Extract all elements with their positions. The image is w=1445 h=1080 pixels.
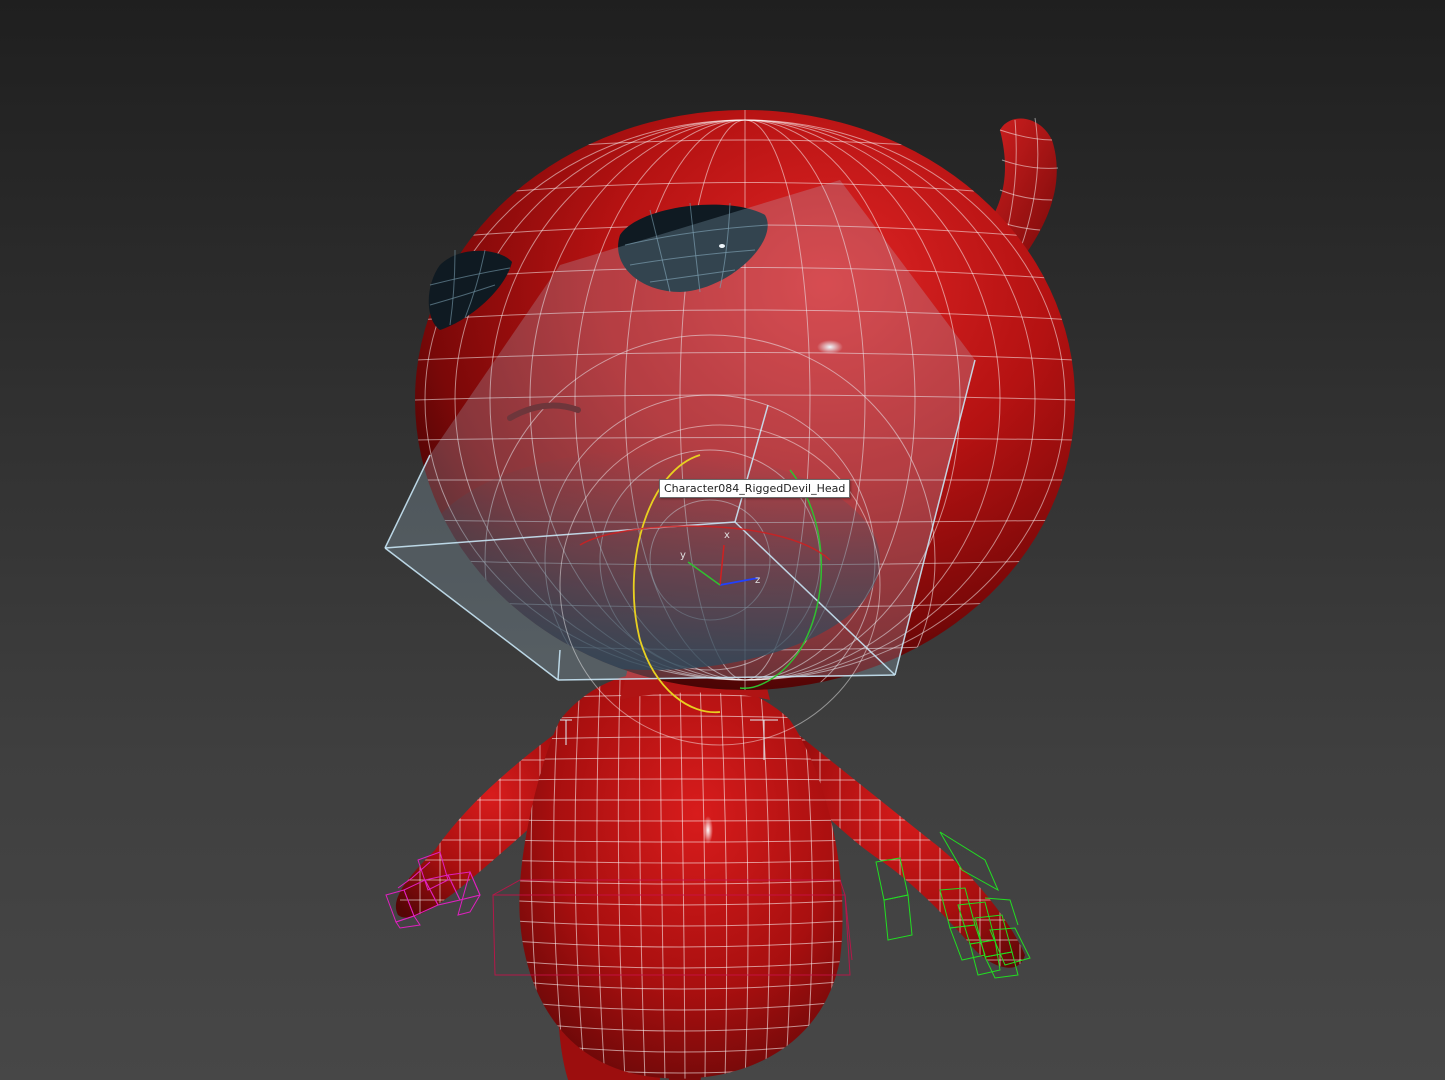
gizmo-axis-z-label: z (755, 575, 760, 586)
3d-viewport[interactable]: x y z Character084_RiggedDevil_Head (0, 0, 1445, 1080)
gizmo-axis-y-label: y (680, 550, 686, 561)
scene-canvas[interactable]: x y z (0, 0, 1445, 1080)
torso[interactable] (500, 671, 860, 1080)
gizmo-axis-x-label: x (724, 530, 730, 541)
object-name-tooltip: Character084_RiggedDevil_Head (659, 479, 851, 498)
